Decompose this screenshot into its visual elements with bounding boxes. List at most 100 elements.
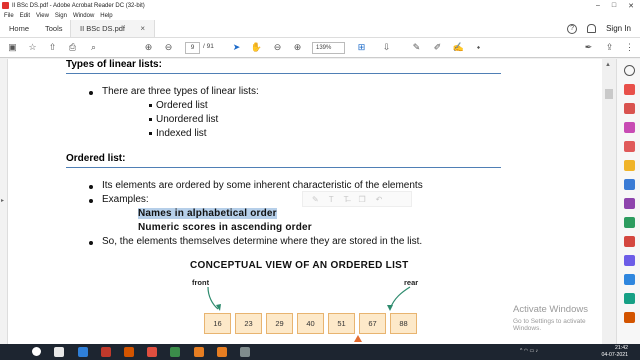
scroll-up-icon[interactable]: ▲ [605,62,611,68]
system-tray-icons[interactable]: ^ ◠ ▭ ♪ [520,348,538,354]
export-pdf-icon[interactable] [624,122,635,133]
tag-icon[interactable]: ⬩ [472,41,485,54]
zoom-out-icon[interactable]: ⊖ [271,41,284,54]
intro-text: There are three types of linear lists: [102,86,259,97]
bullet-dot [89,185,93,189]
more-tools-icon[interactable]: ⋮ [623,41,636,54]
close-tab-icon[interactable]: × [140,24,145,33]
app-icon[interactable] [170,347,180,357]
vertical-scrollbar[interactable]: ▲ [602,59,616,344]
square-bullet [149,104,152,107]
menu-sign[interactable]: Sign [55,13,67,19]
fill-sign-icon[interactable] [624,198,635,209]
bullet-dot [89,199,93,203]
ordered-list-description: Its elements are ordered by some inheren… [102,180,423,191]
text-selection-toolbar: ✎ T T̶ ❐ ↶ [302,191,412,207]
strikethrough-text-icon[interactable]: T̶ [344,195,349,204]
menu-view[interactable]: View [36,13,49,19]
sign-in-button[interactable]: Sign In [606,24,631,33]
expand-left-panel-icon[interactable]: ▸ [1,197,4,204]
app-icon[interactable] [78,347,88,357]
chrome-icon[interactable] [32,347,41,356]
notification-bell-icon[interactable] [587,24,597,33]
comment-tool-icon[interactable] [624,160,635,171]
scroll-mode-icon[interactable]: ⇩ [380,41,393,54]
accessibility-icon[interactable] [624,293,635,304]
heading-ordered-list: Ordered list: [66,153,126,164]
scan-icon[interactable] [624,236,635,247]
tab-tools[interactable]: Tools [36,20,70,37]
heading-rule [66,167,501,168]
search-icon[interactable]: ⌕ [87,41,100,54]
acrobat-taskbar-icon[interactable] [101,347,111,357]
maximize-icon[interactable]: □ [612,2,616,10]
organize-pages-icon[interactable] [624,141,635,152]
sign-pen-icon[interactable]: ✒ [582,41,595,54]
left-panel-toggle[interactable]: ▸ [0,59,8,344]
page-number-input[interactable]: 9 [185,42,200,54]
heading-rule [66,73,501,74]
app-icon[interactable] [124,347,134,357]
combine-files-icon[interactable] [624,179,635,190]
protect-icon[interactable] [624,217,635,228]
highlight-text-icon[interactable]: ✎ [312,195,319,204]
examples-label: Examples: [102,194,149,205]
conceptual-view-title: CONCEPTUAL VIEW OF AN ORDERED LIST [190,260,409,271]
highlight-pen-icon[interactable]: ✐ [431,41,444,54]
edit-pdf-icon[interactable] [624,103,635,114]
app-icon[interactable] [240,347,250,357]
next-page-icon[interactable]: ⊖ [162,41,175,54]
minimize-icon[interactable]: – [596,2,600,10]
tools-pane [616,59,640,344]
fit-page-icon[interactable]: ⊞ [355,41,368,54]
list-element-box: 29 [266,313,293,334]
print-icon[interactable]: ⎙ [66,41,79,54]
menu-help[interactable]: Help [100,13,112,19]
draw-icon[interactable]: ✍ [452,41,465,54]
bullet-dot [89,91,93,95]
comment-icon[interactable]: ✎ [410,41,423,54]
app-icon[interactable] [217,347,227,357]
menu-file[interactable]: File [4,13,14,19]
previous-page-icon[interactable]: ⊕ [142,41,155,54]
zoom-pane-icon[interactable] [624,65,635,76]
more-tools-pane-icon[interactable] [624,312,635,323]
list-element-box: 51 [328,313,355,334]
window-title: II BSc DS.pdf - Adobe Acrobat Reader DC … [12,2,145,9]
undo-icon[interactable]: ↶ [376,195,383,204]
tab-home[interactable]: Home [0,20,36,37]
underline-text-icon[interactable]: T [329,195,334,204]
zoom-level-select[interactable]: 139% [312,42,345,54]
rear-arrow [389,286,411,310]
list-element-box: 23 [235,313,262,334]
select-cursor-icon[interactable]: ➤ [230,41,243,54]
bookmark-star-icon[interactable]: ☆ [26,41,39,54]
create-pdf-icon[interactable] [624,84,635,95]
list-type-item: Ordered list [156,100,208,111]
file-explorer-icon[interactable] [54,347,64,357]
upload-icon[interactable]: ⇧ [46,41,59,54]
selected-text-example[interactable]: Names in alphabetical order [138,208,277,219]
print-production-icon[interactable] [624,274,635,285]
save-icon[interactable]: ▣ [6,41,19,54]
app-icon[interactable] [194,347,204,357]
close-window-icon[interactable]: ✕ [628,2,634,10]
tab-document-label: II BSc DS.pdf [80,24,126,33]
taskbar-time: 21:42 [615,345,628,351]
taskbar-date: 04-07-2021 [601,352,628,358]
help-icon[interactable]: ? [567,23,578,34]
menu-edit[interactable]: Edit [20,13,30,19]
send-for-review-icon[interactable] [624,255,635,266]
share-icon[interactable]: ⇪ [603,41,616,54]
pdf-page[interactable]: Types of linear lists: There are three t… [8,59,602,344]
menu-window[interactable]: Window [73,13,94,19]
zoom-in-icon[interactable]: ⊕ [291,41,304,54]
tab-document[interactable]: II BSc DS.pdf × [70,20,155,37]
hand-tool-icon[interactable]: ✋ [250,41,263,54]
title-bar: II BSc DS.pdf - Adobe Acrobat Reader DC … [0,0,640,11]
scrollbar-thumb[interactable] [605,89,613,99]
app-icon[interactable] [147,347,157,357]
list-element-box: 40 [297,313,324,334]
menu-bar: File Edit View Sign Window Help [0,11,640,20]
copy-text-icon[interactable]: ❐ [358,195,365,204]
